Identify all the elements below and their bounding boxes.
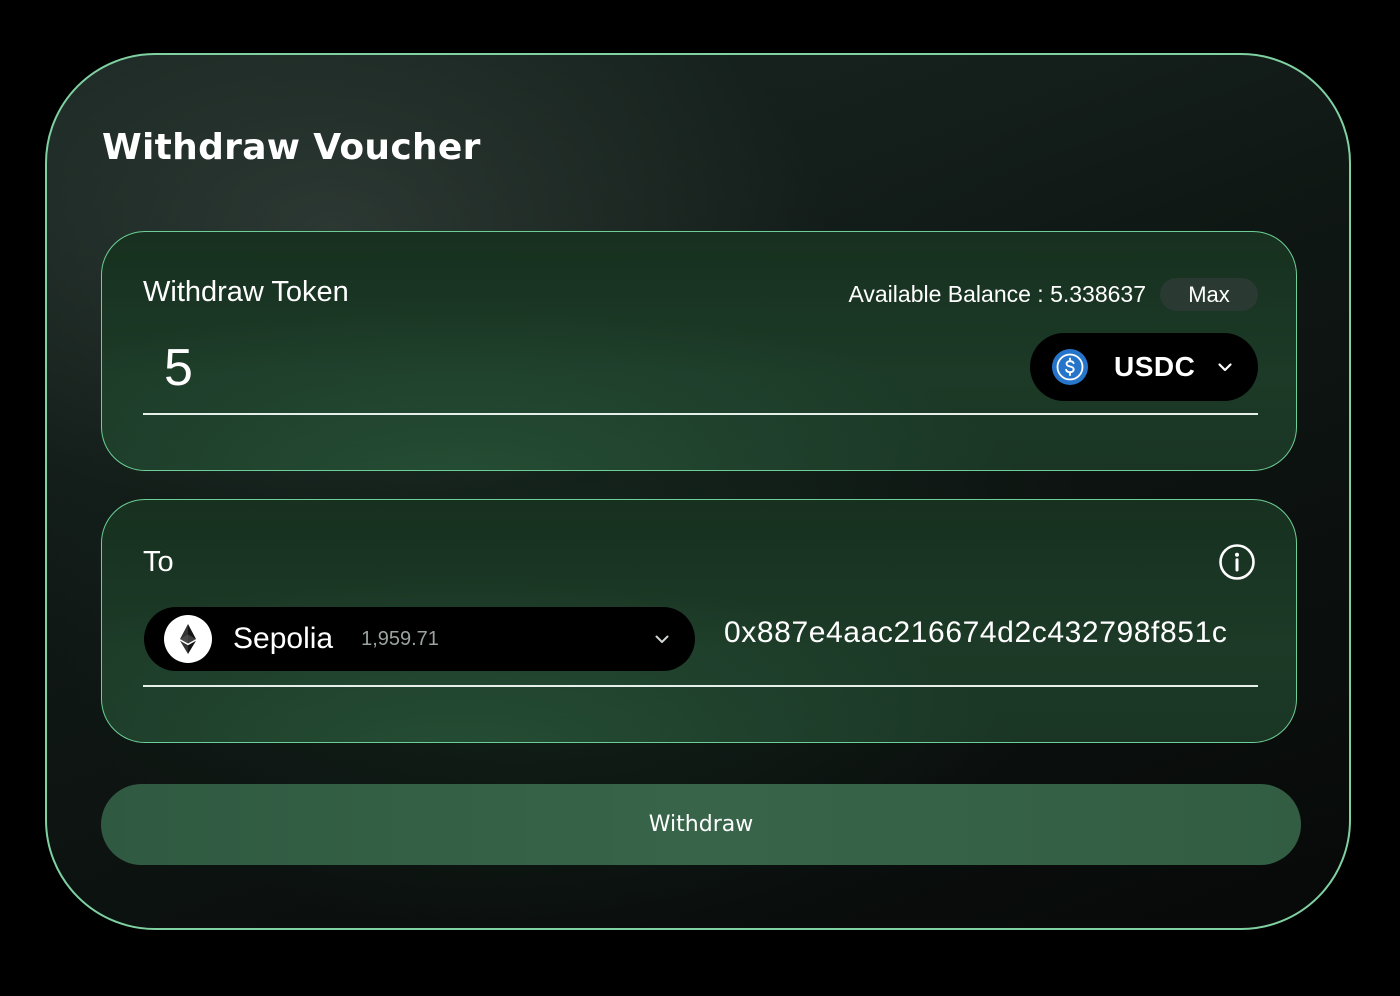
- chevron-down-icon: [1218, 363, 1232, 372]
- chevron-down-icon: [655, 635, 669, 643]
- max-button[interactable]: Max: [1160, 278, 1258, 311]
- address-underline: [143, 685, 1258, 687]
- network-select[interactable]: Sepolia 1,959.71: [144, 607, 695, 671]
- address-input[interactable]: [724, 616, 1240, 650]
- available-balance: Available Balance : 5.338637: [848, 281, 1146, 307]
- network-balance: 1,959.71: [361, 627, 439, 650]
- info-icon[interactable]: [1218, 543, 1256, 581]
- network-name: Sepolia: [233, 622, 334, 655]
- amount-underline: [143, 413, 1258, 415]
- usdc-coin-icon: [1052, 349, 1088, 385]
- balance-group: Available Balance : 5.338637 Max: [848, 278, 1258, 311]
- token-symbol: USDC: [1114, 351, 1196, 382]
- withdraw-token-panel: Withdraw Token Available Balance : 5.338…: [101, 231, 1297, 471]
- withdraw-token-label: Withdraw Token: [143, 276, 349, 308]
- withdraw-button[interactable]: Withdraw: [101, 784, 1301, 865]
- to-label: To: [143, 546, 174, 578]
- page-title: Withdraw Voucher: [102, 127, 481, 168]
- destination-panel: To Sepolia 1,959.71: [101, 499, 1297, 743]
- ethereum-icon: [164, 615, 212, 663]
- amount-input[interactable]: [164, 338, 764, 398]
- withdraw-voucher-card: Withdraw Voucher Withdraw Token Availabl…: [45, 53, 1351, 930]
- token-select[interactable]: USDC: [1030, 333, 1258, 401]
